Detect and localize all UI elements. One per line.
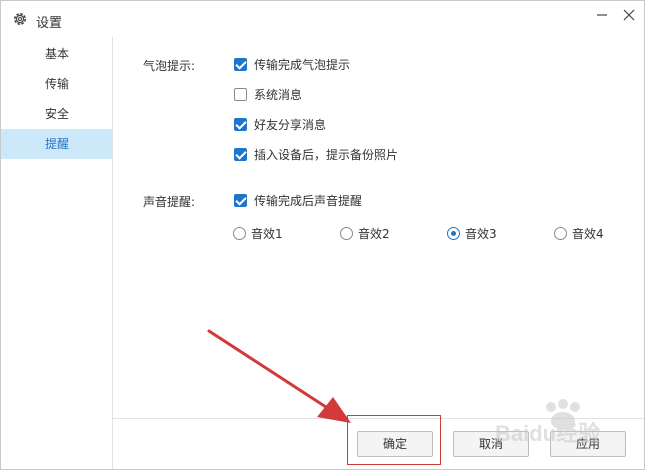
bubble-transfer-complete-checkbox[interactable]: 传输完成气泡提示: [234, 56, 350, 72]
window-title: 设置: [36, 16, 63, 31]
settings-window: 设置 基本 传输 安全 提醒 气泡提示: 传输完成气泡提示 系统消息 好友分享消…: [0, 0, 645, 470]
checkbox-label: 插入设备后，提示备份照片: [254, 147, 399, 162]
sidebar-item-basic[interactable]: 基本: [1, 39, 112, 69]
checkbox-label: 系统消息: [254, 87, 303, 102]
checkbox-label: 传输完成气泡提示: [254, 57, 351, 72]
annotation-highlight-box: [347, 415, 441, 465]
checkbox-label: 好友分享消息: [254, 117, 327, 132]
sound-effect-2-radio[interactable]: 音效2: [340, 225, 390, 241]
radio-label: 音效3: [465, 226, 497, 241]
minimize-icon[interactable]: [591, 5, 613, 25]
checkbox-label: 传输完成后声音提醒: [254, 193, 363, 208]
gear-icon: [12, 11, 28, 27]
radio-label: 音效4: [572, 226, 604, 241]
bubble-friend-share-checkbox[interactable]: 好友分享消息: [234, 116, 326, 132]
title-bar: 设置: [1, 1, 644, 37]
radio-label: 音效2: [358, 226, 390, 241]
svg-text:Baidu经验: Baidu经验: [495, 421, 600, 446]
sidebar-item-reminder[interactable]: 提醒: [1, 129, 112, 159]
radio-circle[interactable]: [554, 226, 567, 240]
checkbox-box[interactable]: [234, 87, 247, 101]
checkbox-box[interactable]: [234, 193, 247, 207]
checkbox-box[interactable]: [234, 57, 247, 71]
radio-label: 音效1: [251, 226, 283, 241]
checkbox-box[interactable]: [234, 117, 247, 131]
bubble-section-label: 气泡提示:: [143, 59, 196, 73]
sound-effect-4-radio[interactable]: 音效4: [554, 225, 604, 241]
close-icon[interactable]: [618, 5, 640, 25]
bubble-backup-photos-checkbox[interactable]: 插入设备后，提示备份照片: [234, 146, 398, 162]
sidebar-item-transfer[interactable]: 传输: [1, 69, 112, 99]
radio-circle[interactable]: [233, 226, 246, 240]
sidebar: 基本 传输 安全 提醒: [1, 37, 113, 469]
sound-effect-3-radio[interactable]: 音效3: [447, 225, 497, 241]
radio-circle[interactable]: [340, 226, 353, 240]
sound-transfer-complete-checkbox[interactable]: 传输完成后声音提醒: [234, 192, 362, 208]
sidebar-item-security[interactable]: 安全: [1, 99, 112, 129]
baidu-watermark-logo: Baidu经验: [495, 399, 600, 446]
sound-effect-1-radio[interactable]: 音效1: [233, 225, 283, 241]
bubble-system-message-checkbox[interactable]: 系统消息: [234, 86, 302, 102]
annotation-arrow-icon: [207, 329, 351, 423]
sound-section-label: 声音提醒:: [143, 195, 196, 209]
checkbox-box[interactable]: [234, 147, 247, 161]
radio-circle[interactable]: [447, 226, 460, 240]
